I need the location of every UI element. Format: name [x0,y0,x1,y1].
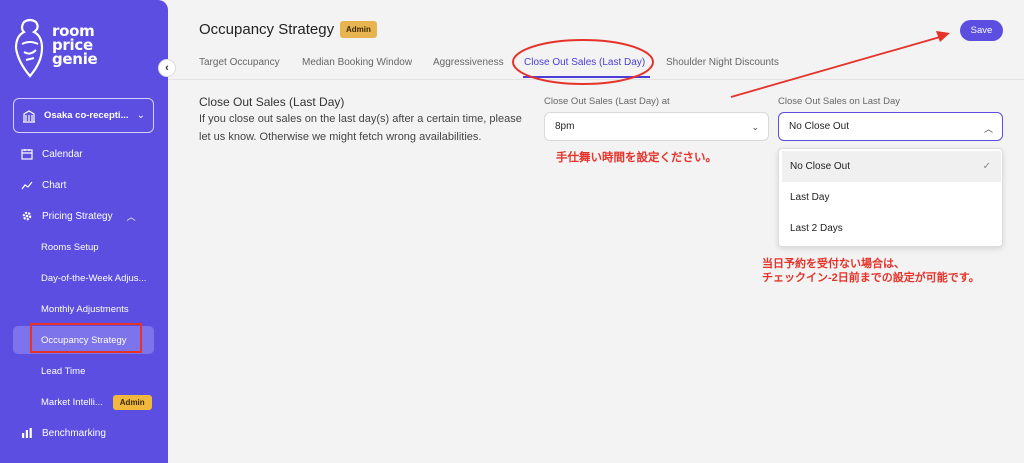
sidebar-item-label: Pricing Strategy [42,210,113,222]
sidebar-item-rooms-setup[interactable]: Rooms Setup [13,233,154,261]
bar-chart-icon [20,426,34,440]
chevron-up-icon: ︿ [983,124,993,134]
save-button[interactable]: Save [960,20,1003,41]
admin-badge: Admin [340,21,377,38]
gear-icon [20,209,34,223]
option-label: Last Day [790,192,830,203]
collapse-sidebar-button[interactable]: ‹ [158,59,176,77]
sidebar-item-day-of-week[interactable]: Day-of-the-Week Adjus... [13,264,154,292]
chart-line-icon [20,178,34,192]
building-icon [23,109,35,123]
option-last-2-days[interactable]: Last 2 Days [782,213,1001,244]
tab-close-out-sales[interactable]: Close Out Sales (Last Day) [524,57,645,68]
close-out-days-select[interactable]: No Close Out ︿ [778,112,1003,141]
tab-shoulder-night-discounts[interactable]: Shoulder Night Discounts [666,57,779,68]
sidebar-item-chart[interactable]: Chart [13,171,154,199]
close-out-time-select[interactable]: 8pm ⌄ [544,112,769,141]
brand-word-3: genie [52,50,98,68]
section-description: If you close out sales on the last day(s… [199,113,522,143]
chevron-up-icon: ︿ [126,211,136,222]
chevron-left-icon: ‹ [165,62,169,74]
select-value: 8pm [555,121,575,132]
annotation-days-note-2: チェックイン-2日前までの設定が可能です。 [762,272,980,284]
sidebar-item-label: Calendar [42,148,83,160]
brand-name: room price genie [52,24,98,68]
active-tab-indicator [523,76,650,78]
logo: room price genie [12,18,122,82]
sidebar-item-label: Monthly Adjustments [41,303,129,315]
tab-median-booking-window[interactable]: Median Booking Window [302,57,412,68]
sidebar-item-label: Benchmarking [42,427,106,439]
sidebar-item-label: Chart [42,179,67,191]
option-last-day[interactable]: Last Day [782,182,1001,213]
highlight-box [30,323,142,353]
sidebar-item-calendar[interactable]: Calendar [13,140,154,168]
page-title: Occupancy Strategy [199,21,335,38]
arrow-head-icon [936,31,950,42]
tab-target-occupancy[interactable]: Target Occupancy [199,57,280,68]
sidebar-item-benchmarking[interactable]: Benchmarking [13,419,154,447]
section-title: Close Out Sales (Last Day) [199,95,345,109]
sidebar-item-pricing-strategy[interactable]: Pricing Strategy ︿ [13,202,154,230]
sidebar-item-label: Lead Time [41,365,86,377]
calendar-icon [20,147,34,161]
option-no-close-out[interactable]: No Close Out ✓ [782,151,1001,182]
days-field-label: Close Out Sales on Last Day [778,96,900,107]
sidebar-item-label: Rooms Setup [41,241,99,253]
select-value: No Close Out [789,121,850,132]
tab-aggressiveness[interactable]: Aggressiveness [433,57,504,68]
option-label: No Close Out [790,161,851,172]
genie-logo-icon [14,18,44,78]
divider [168,79,1024,80]
sidebar-item-lead-time[interactable]: Lead Time [13,357,154,385]
property-selector[interactable]: Osaka co-recepti... ⌄ [13,98,154,133]
sidebar-item-label: Market Intelli... [41,396,103,408]
admin-badge: Admin [112,394,152,410]
sidebar: room price genie Osaka co-recepti... ⌄ C… [0,0,168,463]
check-icon: ✓ [982,161,991,172]
chevron-down-icon: ⌄ [136,110,145,121]
sidebar-item-market-intelligence[interactable]: Market Intelli... Admin [13,388,154,416]
property-name: Osaka co-recepti... [44,110,129,121]
time-field-label: Close Out Sales (Last Day) at [544,96,670,107]
sidebar-item-label: Day-of-the-Week Adjus... [41,272,147,284]
sidebar-item-monthly-adjustments[interactable]: Monthly Adjustments [13,295,154,323]
option-label: Last 2 Days [790,223,843,234]
annotation-time-note: 手仕舞い時間を設定ください。 [556,152,717,164]
chevron-down-icon: ⌄ [751,122,759,132]
close-out-days-dropdown: No Close Out ✓ Last Day Last 2 Days [778,148,1003,247]
